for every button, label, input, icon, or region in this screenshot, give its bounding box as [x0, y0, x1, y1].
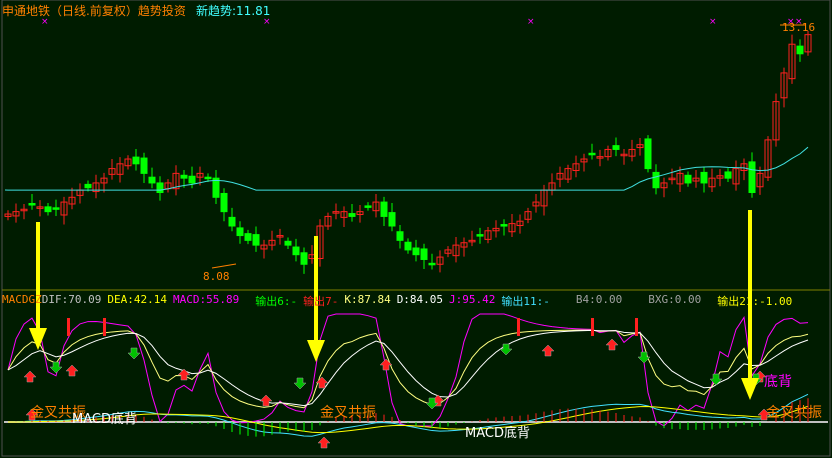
candle-body — [140, 157, 148, 174]
candle-body — [156, 182, 164, 194]
sell-arrow-icon — [127, 347, 141, 360]
candle-body — [364, 205, 372, 208]
candle-body — [204, 176, 212, 180]
golden-cross-label: 金叉共振 — [766, 405, 822, 421]
signal-bar — [591, 318, 594, 336]
signal-bar — [103, 318, 106, 336]
candle-body — [700, 171, 708, 184]
candle-body — [644, 138, 652, 170]
candle-body — [284, 240, 292, 246]
indicator-value: 输出6:- — [255, 295, 298, 308]
indicator-value: MACDGZ — [2, 293, 42, 306]
candle-body — [388, 212, 396, 227]
low-price-pointer — [211, 263, 237, 269]
candle-body — [236, 227, 244, 237]
candle-body — [476, 234, 484, 237]
candle-body — [796, 45, 804, 55]
candle-body — [652, 171, 660, 189]
candle-body — [724, 171, 732, 179]
sell-arrow-icon — [49, 361, 63, 374]
macd-divergence-label: MACD底背 — [465, 426, 530, 441]
candle-body — [748, 161, 756, 194]
sell-arrow-icon — [499, 343, 513, 356]
yellow-arrow-icon — [29, 328, 47, 350]
buy-arrow-icon — [23, 370, 37, 383]
buy-arrow-icon — [259, 394, 273, 407]
macd-divergence-label: MACD底背 — [72, 412, 137, 427]
chart-canvas[interactable]: × × × × × × — [0, 0, 832, 458]
candle-body — [300, 252, 308, 265]
indicator-value: BXG:0.00 — [648, 293, 702, 306]
high-price-label: 13.16 — [782, 21, 816, 34]
candle-body — [420, 248, 428, 260]
sell-arrow-icon — [637, 351, 651, 364]
candle-body — [132, 156, 140, 165]
indicator-value: DEA:42.14 — [107, 293, 167, 306]
buy-arrow-icon — [541, 344, 555, 357]
buy-arrow-icon — [65, 364, 79, 377]
buy-arrow-icon — [379, 358, 393, 371]
signal-bar — [67, 318, 70, 336]
candle-body — [244, 233, 252, 241]
candle-body — [292, 246, 300, 256]
candle-body — [148, 176, 156, 184]
candle-body — [84, 183, 92, 189]
candle-body — [220, 192, 228, 213]
candle-body — [412, 247, 420, 256]
indicator-value: D:84.05 — [396, 293, 444, 306]
signal-bar — [517, 318, 520, 336]
indicator-value: MACD:55.89 — [172, 293, 240, 306]
buy-arrow-icon — [177, 368, 191, 381]
x-marker-icon: × — [709, 17, 717, 27]
kdj-line — [7, 329, 809, 409]
yellow-arrow-icon — [741, 378, 759, 400]
candle-body — [588, 152, 596, 156]
candle-body — [396, 231, 404, 241]
candle-body — [684, 174, 692, 184]
x-marker-icon: × — [527, 17, 535, 27]
chart-title: 申通地铁（日线.前复权）趋势投资 — [2, 4, 186, 18]
candle-body — [428, 262, 436, 266]
candle-body — [252, 234, 260, 246]
indicator-value: J:95.42 — [449, 293, 496, 306]
indicator-value: K:87.84 — [344, 293, 391, 306]
candle-body — [500, 224, 508, 227]
indicator-value: 输出21:-1.00 — [717, 295, 793, 308]
indicator-bar: MACDGZ DIF:70.09 DEA:42.14 MACD:55.89 输出6:- 输… — [2, 293, 792, 309]
sell-arrow-icon — [293, 377, 307, 390]
candle-body — [380, 201, 388, 217]
indicator-value: DIF:70.09 — [41, 293, 102, 306]
yellow-arrow-icon — [307, 340, 325, 362]
kdj-line — [7, 329, 809, 407]
candle-body — [612, 145, 620, 150]
candle-body — [348, 213, 356, 217]
indicator-value: 输出11:- — [501, 295, 550, 308]
buy-arrow-icon — [317, 436, 331, 449]
divergence-label: 底背 — [764, 374, 792, 390]
candle-body — [44, 206, 52, 213]
stock-chart: × × × × × × 申通地铁（日线.前复权）趋势投资 新趋势:11.81 13.16 … — [0, 0, 832, 458]
trend-value: 新趋势:11.81 — [196, 4, 271, 18]
candle-body — [404, 241, 412, 251]
candle-body — [180, 174, 188, 179]
golden-cross-label: 金叉共振 — [320, 405, 376, 421]
indicator-value: B4:0.00 — [575, 293, 623, 306]
candle-body — [52, 207, 60, 210]
candle-body — [228, 216, 236, 227]
buy-arrow-icon — [605, 338, 619, 351]
candle-body — [188, 175, 196, 184]
indicator-value: 输出7- — [303, 295, 339, 308]
signal-bar — [635, 318, 638, 336]
candle-body — [28, 203, 36, 206]
low-price-label: 8.08 — [203, 270, 230, 283]
